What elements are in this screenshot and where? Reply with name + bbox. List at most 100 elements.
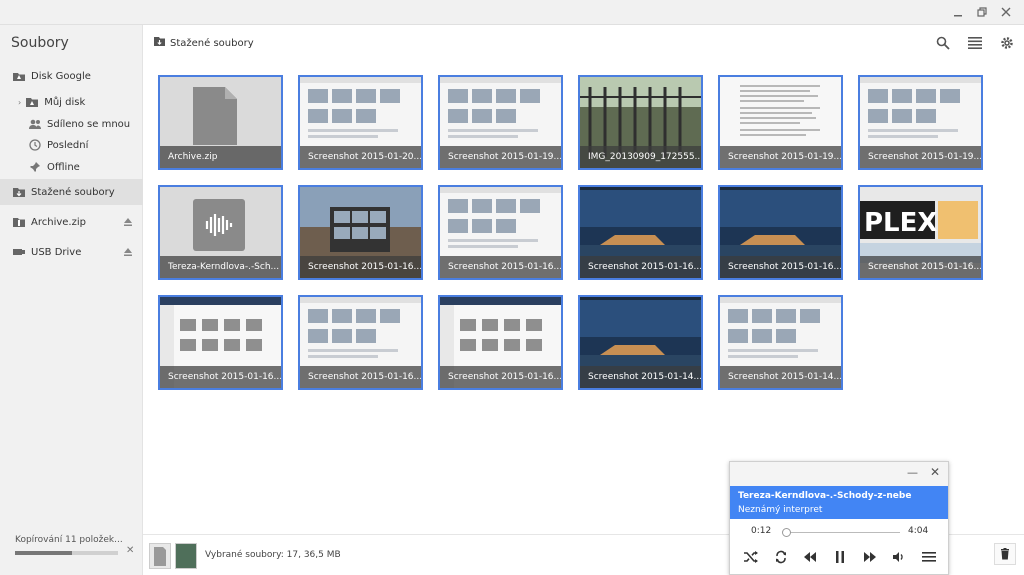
sidebar-item-google-drive[interactable]: Disk Google bbox=[0, 63, 143, 89]
restore-icon bbox=[977, 7, 987, 17]
sidebar: Soubory Disk Google › Můj disk Sdíleno s… bbox=[0, 25, 143, 575]
svg-text:PLEX: PLEX bbox=[864, 208, 937, 238]
file-tile[interactable]: Screenshot 2015-01-20... bbox=[298, 75, 423, 170]
file-name: Screenshot 2015-01-14... bbox=[580, 366, 701, 388]
file-name: Screenshot 2015-01-16... bbox=[160, 366, 281, 388]
shuffle-icon bbox=[744, 551, 758, 563]
file-tile[interactable]: Screenshot 2015-01-14... bbox=[578, 295, 703, 390]
file-tile[interactable]: Tereza-Kerndlova-.-Sch... bbox=[158, 185, 283, 280]
file-tile[interactable]: Screenshot 2015-01-14... bbox=[718, 295, 843, 390]
sidebar-item-label: Disk Google bbox=[31, 70, 91, 82]
drive-icon bbox=[12, 69, 26, 83]
selection-thumbnail bbox=[175, 543, 197, 569]
title-bar bbox=[0, 0, 1024, 25]
file-name: Tereza-Kerndlova-.-Sch... bbox=[160, 256, 281, 278]
search-button[interactable] bbox=[934, 34, 952, 52]
selection-thumbnails bbox=[149, 543, 201, 569]
pause-button[interactable] bbox=[831, 548, 849, 566]
clock-icon bbox=[28, 138, 42, 152]
settings-button[interactable] bbox=[998, 34, 1016, 52]
repeat-button[interactable] bbox=[772, 548, 790, 566]
chevron-right-icon[interactable]: › bbox=[18, 98, 21, 107]
file-name: Screenshot 2015-01-14... bbox=[720, 366, 841, 388]
selection-summary: Vybrané soubory: 17, 36,5 MB bbox=[205, 550, 341, 560]
previous-icon bbox=[804, 552, 817, 562]
file-tile[interactable]: Screenshot 2015-01-16... bbox=[438, 185, 563, 280]
playlist-button[interactable] bbox=[920, 548, 938, 566]
file-name: Screenshot 2015-01-16... bbox=[860, 256, 981, 278]
breadcrumb-current[interactable]: Stažené soubory bbox=[170, 38, 254, 49]
sidebar-item-archive[interactable]: Archive.zip bbox=[0, 209, 143, 235]
file-tile[interactable]: Screenshot 2015-01-16... bbox=[578, 185, 703, 280]
cancel-copy-button[interactable]: ✕ bbox=[126, 545, 134, 556]
track-title: Tereza-Kerndlova-.-Schody-z-nebe bbox=[738, 491, 912, 501]
file-name: Screenshot 2015-01-16... bbox=[720, 256, 841, 278]
file-tile[interactable]: Screenshot 2015-01-16... bbox=[438, 295, 563, 390]
toolbar: Stažené soubory bbox=[143, 25, 1024, 63]
download-folder-icon bbox=[12, 185, 26, 199]
maximize-button[interactable] bbox=[972, 4, 992, 20]
sidebar-item-label: Můj disk bbox=[44, 96, 86, 108]
file-name: IMG_20130909_172555... bbox=[580, 146, 701, 168]
file-name: Screenshot 2015-01-16... bbox=[440, 366, 561, 388]
repeat-icon bbox=[775, 550, 786, 564]
file-name: Screenshot 2015-01-16... bbox=[300, 256, 421, 278]
copy-status-text: Kopírování 11 položek... bbox=[15, 535, 123, 545]
shuffle-button[interactable] bbox=[742, 548, 760, 566]
download-folder-icon bbox=[153, 36, 166, 50]
eject-icon[interactable] bbox=[123, 247, 133, 257]
seek-handle[interactable] bbox=[782, 528, 791, 537]
file-name: Screenshot 2015-01-20... bbox=[300, 146, 421, 168]
file-tile[interactable]: Screenshot 2015-01-19... bbox=[858, 75, 983, 170]
player-minimize-button[interactable]: — bbox=[907, 466, 918, 479]
sidebar-item-label: Stažené soubory bbox=[31, 186, 115, 198]
minimize-button[interactable] bbox=[948, 4, 968, 20]
app-title: Soubory bbox=[11, 35, 69, 51]
list-view-button[interactable] bbox=[966, 34, 984, 52]
file-tile[interactable]: Screenshot 2015-01-16... bbox=[298, 295, 423, 390]
file-name: Screenshot 2015-01-16... bbox=[440, 256, 561, 278]
player-close-button[interactable]: ✕ bbox=[930, 465, 940, 479]
file-tile[interactable]: Screenshot 2015-01-19... bbox=[718, 75, 843, 170]
close-button[interactable] bbox=[996, 4, 1016, 20]
file-tile[interactable]: IMG_20130909_172555... bbox=[578, 75, 703, 170]
audio-player: — ✕ Tereza-Kerndlova-.-Schody-z-nebe Nez… bbox=[729, 461, 949, 575]
file-tile[interactable]: Screenshot 2015-01-16... bbox=[298, 185, 423, 280]
sidebar-item-offline[interactable]: Offline bbox=[0, 154, 143, 180]
people-icon bbox=[28, 117, 42, 131]
pin-icon bbox=[28, 160, 42, 174]
file-name: Archive.zip bbox=[160, 146, 281, 168]
track-artist: Neznámý interpret bbox=[738, 505, 823, 515]
archive-icon bbox=[12, 215, 26, 229]
seek-bar[interactable] bbox=[785, 532, 900, 533]
next-button[interactable] bbox=[861, 548, 879, 566]
eject-icon[interactable] bbox=[123, 217, 133, 227]
file-name: Screenshot 2015-01-16... bbox=[580, 256, 701, 278]
sidebar-item-label: Archive.zip bbox=[31, 216, 86, 228]
file-tile[interactable]: Screenshot 2015-01-16... bbox=[158, 295, 283, 390]
file-name: Screenshot 2015-01-19... bbox=[720, 146, 841, 168]
file-tile[interactable]: PLEX Screenshot 2015-01-16... bbox=[858, 185, 983, 280]
file-tile[interactable]: Archive.zip bbox=[158, 75, 283, 170]
file-tile[interactable]: Screenshot 2015-01-16... bbox=[718, 185, 843, 280]
volume-button[interactable] bbox=[890, 548, 908, 566]
selection-thumbnail bbox=[149, 543, 171, 569]
breadcrumb: Stažené soubory bbox=[153, 36, 254, 50]
current-time: 0:12 bbox=[751, 526, 772, 536]
list-view-icon bbox=[968, 37, 982, 49]
file-tile[interactable]: Screenshot 2015-01-19... bbox=[438, 75, 563, 170]
delete-button[interactable] bbox=[994, 543, 1016, 565]
volume-icon bbox=[893, 552, 903, 562]
gear-icon bbox=[1001, 37, 1013, 49]
copy-progress-fill bbox=[15, 551, 72, 555]
next-icon bbox=[863, 552, 876, 562]
search-icon bbox=[936, 36, 950, 50]
copy-progress-bar bbox=[15, 551, 118, 555]
previous-button[interactable] bbox=[801, 548, 819, 566]
sidebar-item-usb-drive[interactable]: USB Drive bbox=[0, 239, 143, 265]
sidebar-item-downloads[interactable]: Stažené soubory bbox=[0, 179, 143, 205]
file-name: Screenshot 2015-01-16... bbox=[300, 366, 421, 388]
player-track-info: Tereza-Kerndlova-.-Schody-z-nebe Neznámý… bbox=[730, 486, 948, 519]
file-name: Screenshot 2015-01-19... bbox=[440, 146, 561, 168]
sidebar-item-label: Sdíleno se mnou bbox=[47, 118, 131, 130]
